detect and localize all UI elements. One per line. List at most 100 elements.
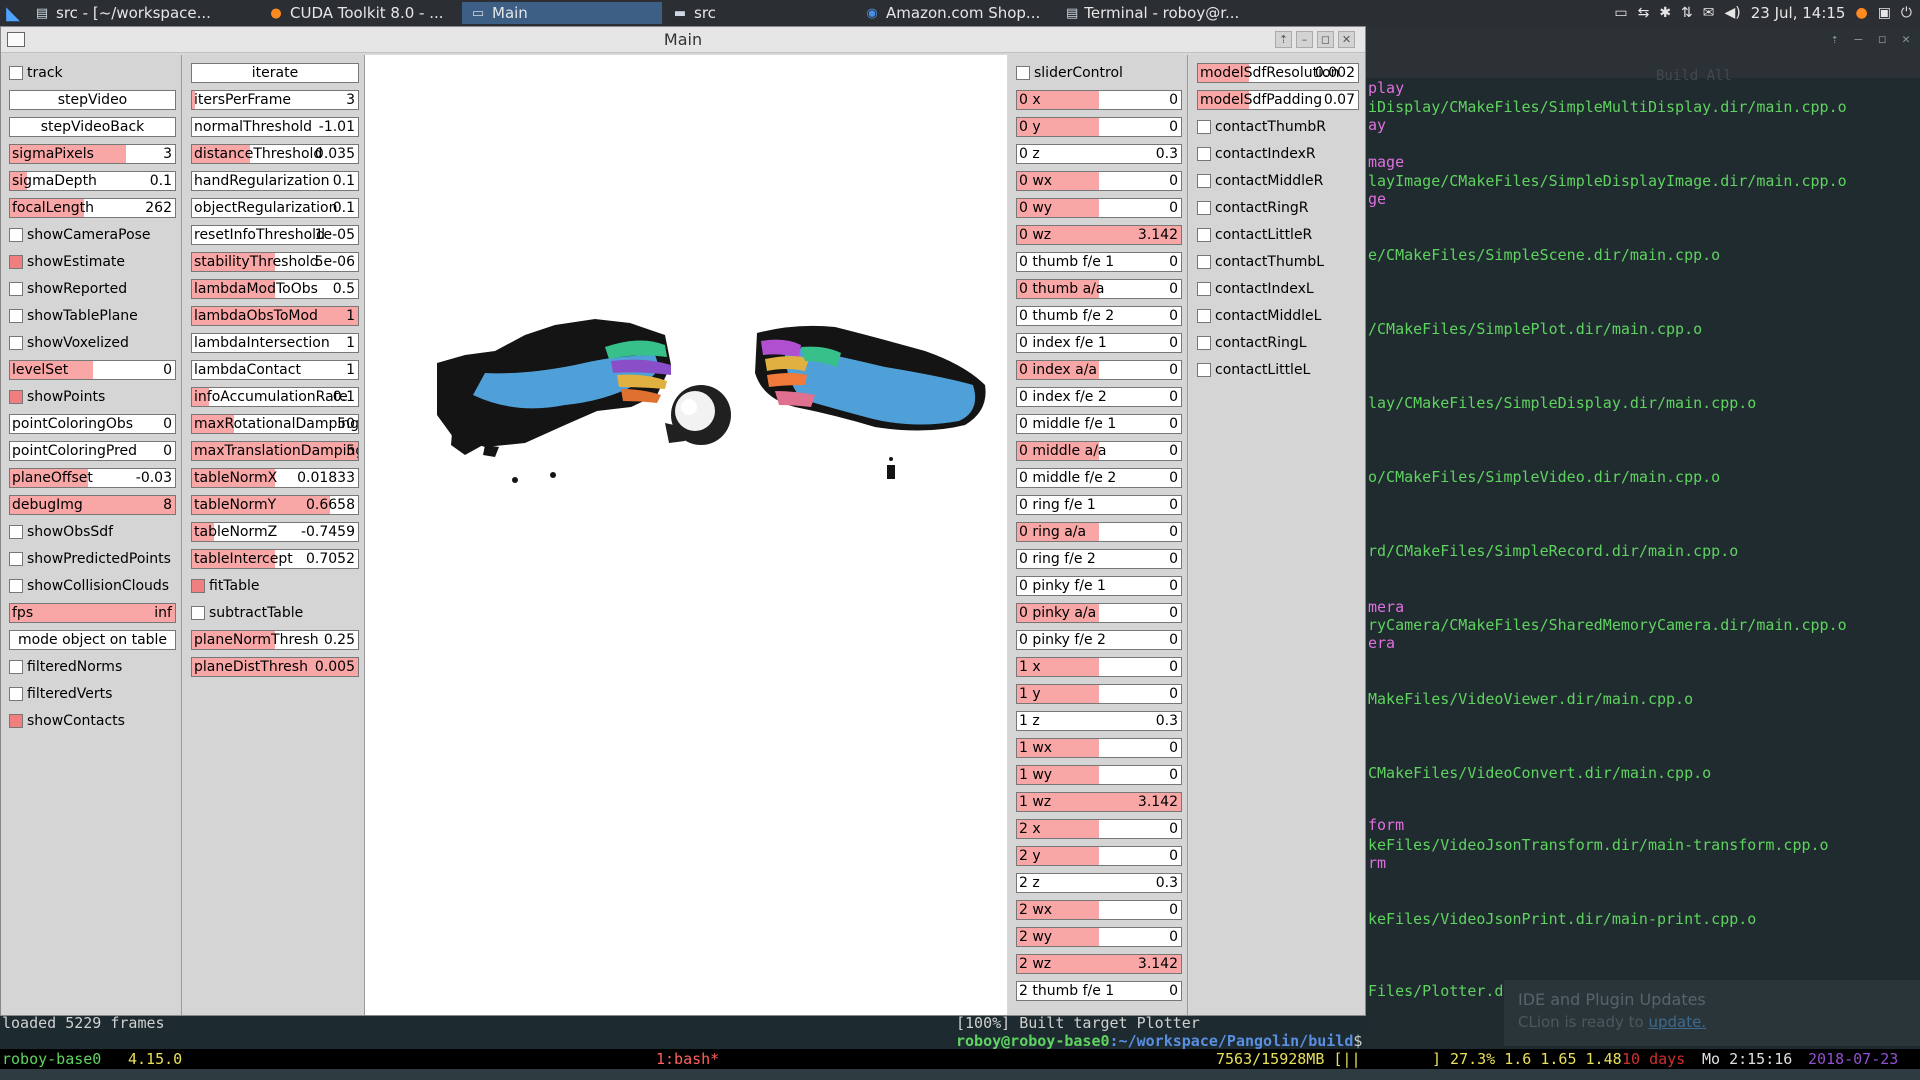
checkbox-contactmiddlel[interactable]: contactMiddleL	[1197, 306, 1363, 326]
checkbox-contactlittler[interactable]: contactLittleR	[1197, 225, 1363, 245]
ide-minimize-icon[interactable]: –	[1855, 32, 1863, 47]
app-window-icon[interactable]	[7, 32, 25, 47]
checkbox-contactindexl[interactable]: contactIndexL	[1197, 279, 1363, 299]
checkbox-box[interactable]	[9, 228, 23, 242]
slider-0-z[interactable]: 0 z 0.3	[1016, 144, 1182, 164]
slider-1-wy[interactable]: 1 wy 0	[1016, 765, 1182, 785]
slider-planeoffset[interactable]: planeOffset -0.03	[9, 468, 176, 488]
slider-0-thumb-f-e-1[interactable]: 0 thumb f/e 1 0	[1016, 252, 1182, 272]
slider-1-wx[interactable]: 1 wx 0	[1016, 738, 1182, 758]
checkbox-box[interactable]	[9, 282, 23, 296]
slider-2-thumb-f-e-1[interactable]: 2 thumb f/e 1 0	[1016, 981, 1182, 1001]
slider-1-z[interactable]: 1 z 0.3	[1016, 711, 1182, 731]
slider-normalthreshold[interactable]: normalThreshold -1.01	[191, 117, 359, 137]
checkbox-box[interactable]	[1197, 120, 1211, 134]
start-menu-icon[interactable]: ◣	[0, 0, 26, 26]
ide-close-icon[interactable]: ✕	[1902, 32, 1910, 47]
checkbox-box[interactable]	[9, 552, 23, 566]
slider-pointcoloringpred[interactable]: pointColoringPred 0	[9, 441, 176, 461]
checkbox-box[interactable]	[191, 579, 205, 593]
slider-0-thumb-f-e-2[interactable]: 0 thumb f/e 2 0	[1016, 306, 1182, 326]
main-titlebar[interactable]: Main ⇡ – ◻ ✕	[1, 27, 1365, 53]
task-button[interactable]: ▭ Main	[462, 2, 662, 24]
slider-1-wz[interactable]: 1 wz 3.142	[1016, 792, 1182, 812]
slider-2-x[interactable]: 2 x 0	[1016, 819, 1182, 839]
checkbox-box[interactable]	[9, 336, 23, 350]
3d-view-canvas[interactable]	[365, 55, 1007, 1015]
task-button[interactable]: ◉ Amazon.com Shop...	[856, 2, 1056, 24]
slider-planenormthresh[interactable]: planeNormThresh 0.25	[191, 630, 359, 650]
slider-0-ring-f-e-2[interactable]: 0 ring f/e 2 0	[1016, 549, 1182, 569]
checkbox-box[interactable]	[1197, 174, 1211, 188]
slider-0-index-f-e-1[interactable]: 0 index f/e 1 0	[1016, 333, 1182, 353]
clock[interactable]: 23 Jul, 14:15	[1751, 4, 1846, 22]
power-icon[interactable]: ⏻	[1901, 5, 1912, 21]
slider-0-middle-a-a[interactable]: 0 middle a/a 0	[1016, 441, 1182, 461]
build-all-label[interactable]: Build All	[1656, 68, 1732, 84]
slider-2-wz[interactable]: 2 wz 3.142	[1016, 954, 1182, 974]
slider-handregularization[interactable]: handRegularization 0.1	[191, 171, 359, 191]
slider-stabilitythreshold[interactable]: stabilityThreshold 5e-06	[191, 252, 359, 272]
checkbox-contactthumbr[interactable]: contactThumbR	[1197, 117, 1363, 137]
slider-sigmadepth[interactable]: sigmaDepth 0.1	[9, 171, 176, 191]
checkbox-box[interactable]	[1197, 363, 1211, 377]
checkbox-box[interactable]	[1197, 228, 1211, 242]
checkbox-box[interactable]	[9, 66, 23, 80]
slider-lambdamodtoobs[interactable]: lambdaModToObs 0.5	[191, 279, 359, 299]
button-mode-object-on-table[interactable]: mode object on table	[9, 630, 176, 650]
checkbox-showobssdf[interactable]: showObsSdf	[9, 522, 180, 542]
slider-planedistthresh[interactable]: planeDistThresh 0.005	[191, 657, 359, 677]
slider-debugimg[interactable]: debugImg 8	[9, 495, 176, 515]
slider-levelset[interactable]: levelSet 0	[9, 360, 176, 380]
mail-icon[interactable]: ✉	[1703, 5, 1715, 21]
tmux-window[interactable]: 1:bash*	[656, 1049, 719, 1069]
task-button[interactable]: ▬ src	[664, 2, 854, 24]
checkbox-showestimate[interactable]: showEstimate	[9, 252, 180, 272]
slider-objectregularization[interactable]: objectRegularization 0.1	[191, 198, 359, 218]
slider-modelsdfpadding[interactable]: modelSdfPadding 0.07	[1197, 90, 1359, 110]
slider-distancethreshold[interactable]: distanceThreshold 0.035	[191, 144, 359, 164]
slider-modelsdfresolution[interactable]: modelSdfResolution 0.002	[1197, 63, 1359, 83]
checkbox-showcontacts[interactable]: showContacts	[9, 711, 180, 731]
checkbox-box[interactable]	[1197, 309, 1211, 323]
slider-itersperframe[interactable]: itersPerFrame 3	[191, 90, 359, 110]
transfer-icon[interactable]: ⇅	[1681, 5, 1693, 21]
slider-resetinfothreshold[interactable]: resetInfoThreshold 1e-05	[191, 225, 359, 245]
slider-maxrotationaldamping[interactable]: maxRotationalDamping 50	[191, 414, 359, 434]
checkbox-box[interactable]	[9, 255, 23, 269]
checkbox-box[interactable]	[1197, 147, 1211, 161]
slider-infoaccumulationrate[interactable]: infoAccumulationRate 0.1	[191, 387, 359, 407]
checkbox-contactringr[interactable]: contactRingR	[1197, 198, 1363, 218]
ide-maximize-icon[interactable]: ◻	[1878, 32, 1886, 47]
slider-0-wx[interactable]: 0 wx 0	[1016, 171, 1182, 191]
slider-lambdaintersection[interactable]: lambdaIntersection 1	[191, 333, 359, 353]
checkbox-showvoxelized[interactable]: showVoxelized	[9, 333, 180, 353]
checkbox-box[interactable]	[191, 606, 205, 620]
bluetooth-icon[interactable]: ✱	[1659, 5, 1671, 21]
checkbox-box[interactable]	[1197, 201, 1211, 215]
slider-2-y[interactable]: 2 y 0	[1016, 846, 1182, 866]
slider-0-pinky-a-a[interactable]: 0 pinky a/a 0	[1016, 603, 1182, 623]
checkbox-box[interactable]	[9, 660, 23, 674]
checkbox-contactindexr[interactable]: contactIndexR	[1197, 144, 1363, 164]
checkbox-showpredictedpoints[interactable]: showPredictedPoints	[9, 549, 180, 569]
button-stepvideoback[interactable]: stepVideoBack	[9, 117, 176, 137]
slider-0-wy[interactable]: 0 wy 0	[1016, 198, 1182, 218]
slider-0-index-f-e-2[interactable]: 0 index f/e 2 0	[1016, 387, 1182, 407]
slider-tablenormz[interactable]: tableNormZ -0.7459	[191, 522, 359, 542]
maximize-icon[interactable]: ◻	[1317, 31, 1334, 48]
ide-restore-icon[interactable]: ⇡	[1831, 32, 1839, 47]
slider-pointcoloringobs[interactable]: pointColoringObs 0	[9, 414, 176, 434]
checkbox-box[interactable]	[9, 579, 23, 593]
checkbox-contactringl[interactable]: contactRingL	[1197, 333, 1363, 353]
slider-0-index-a-a[interactable]: 0 index a/a 0	[1016, 360, 1182, 380]
battery-icon[interactable]: ▭	[1614, 5, 1627, 21]
slider-1-y[interactable]: 1 y 0	[1016, 684, 1182, 704]
prompt-line[interactable]: roboy@roboy-base0:~/workspace/Pangolin/b…	[956, 1032, 1362, 1050]
slider-sigmapixels[interactable]: sigmaPixels 3	[9, 144, 176, 164]
slider-lambdacontact[interactable]: lambdaContact 1	[191, 360, 359, 380]
checkbox-box[interactable]	[1197, 336, 1211, 350]
slider-0-middle-f-e-2[interactable]: 0 middle f/e 2 0	[1016, 468, 1182, 488]
slider-lambdaobstomod[interactable]: lambdaObsToMod 1	[191, 306, 359, 326]
checkbox-box[interactable]	[9, 309, 23, 323]
